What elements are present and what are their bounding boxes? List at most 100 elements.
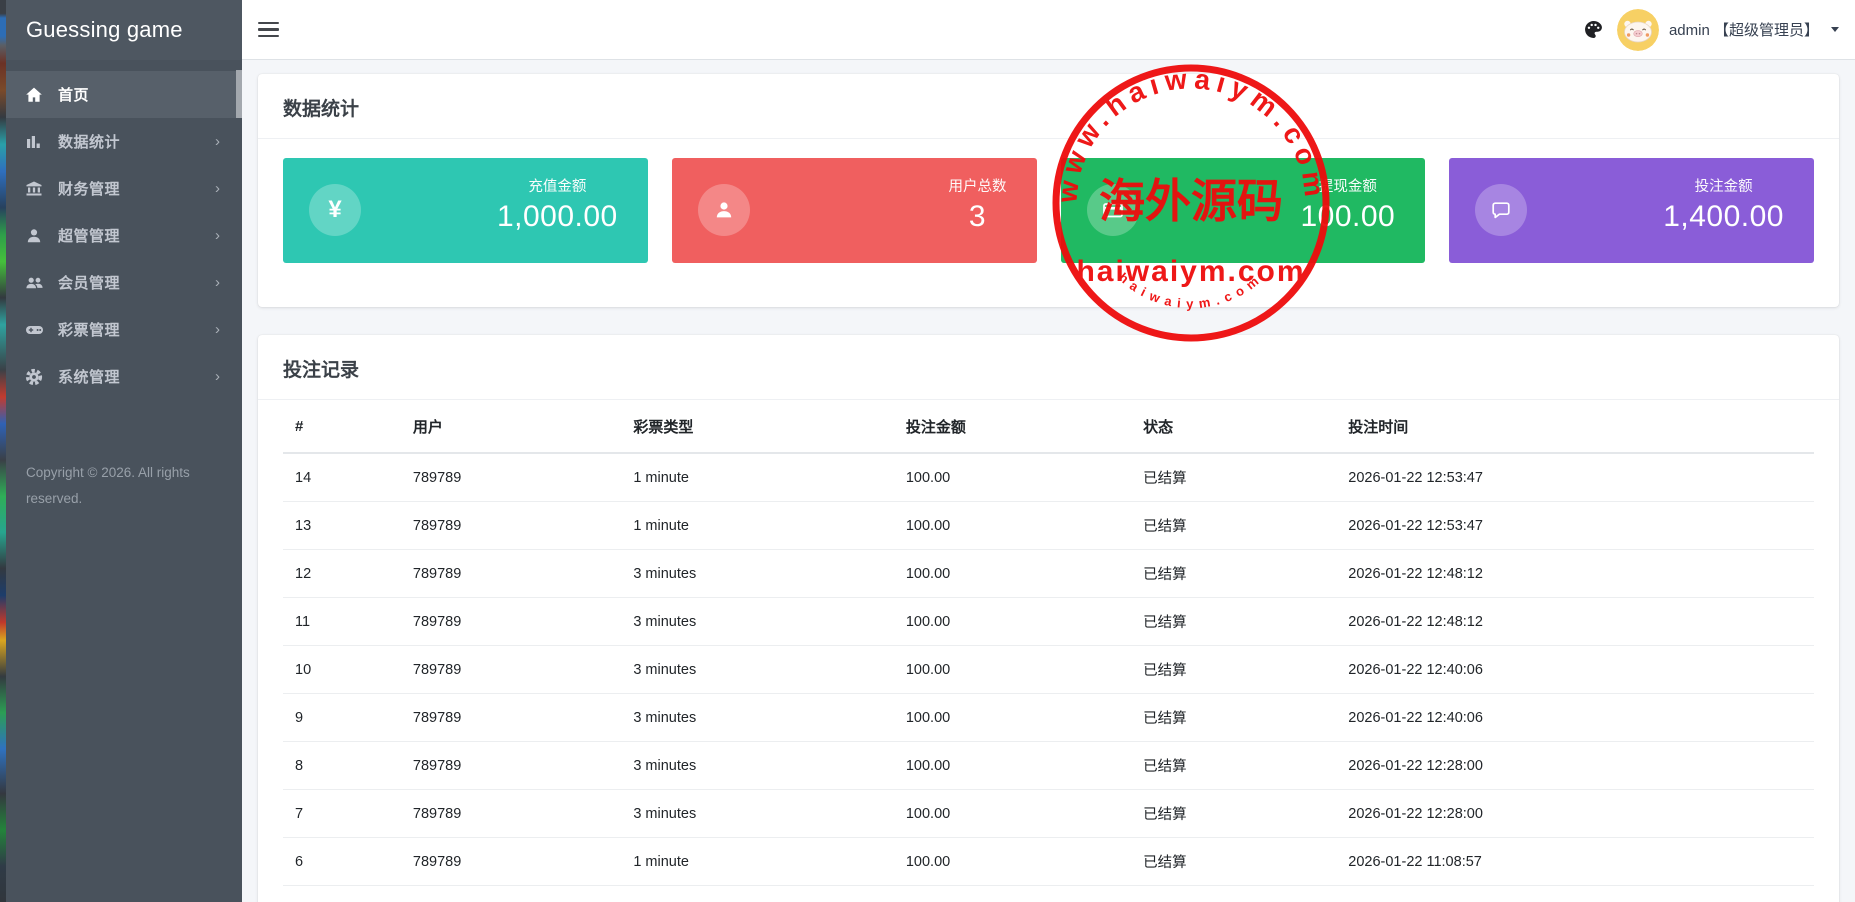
table-row: 7 789789 3 minutes 100.00 已结算 2026-01-22 12:2… (283, 789, 1814, 838)
caret-down-icon (1831, 27, 1839, 32)
table-header: 投注时间 (1336, 400, 1814, 454)
sidebar-item-label: 会员管理 (58, 275, 121, 292)
table-cell: 已结算 (1131, 693, 1337, 742)
table-cell: 3 minutes (621, 741, 894, 790)
table-row: 12 789789 3 minutes 100.00 已结算 2026-01-22 12:… (283, 549, 1814, 598)
stat-cards: ¥ 充值金额 1,000.00 用户总数 3 提现金额 100.00 投注金额 … (283, 158, 1814, 263)
table-cell: 100.00 (893, 837, 1132, 886)
table-cell: 3 minutes (621, 597, 894, 646)
stat-card-bets: 投注金额 1,400.00 (1449, 158, 1814, 263)
table-row: 9 789789 3 minutes 100.00 已结算 2026-01-22 12:4… (283, 693, 1814, 742)
table-header: 投注金额 (893, 400, 1132, 454)
sidebar-item-label: 数据统计 (58, 134, 121, 151)
table-cell: 2026-01-22 12:28:00 (1336, 741, 1814, 790)
sidebar: Guessing game 首页 数据统计 › 财务管理 › 超管管理 › 会员… (6, 0, 242, 902)
table-cell: 已结算 (1131, 549, 1337, 598)
sidebar-item-system[interactable]: 系统管理 › (6, 353, 242, 400)
table-cell: 1 minute (621, 501, 894, 550)
table-cell: 3 minutes (621, 549, 894, 598)
hamburger-icon[interactable] (258, 20, 282, 40)
copyright-text: Copyright © 2026. All rights reserved. (26, 465, 190, 506)
table-cell: 2026-01-22 12:40:06 (1336, 693, 1814, 742)
gamepad-icon (23, 321, 45, 339)
table-cell: 已结算 (1131, 501, 1337, 550)
table-row: 6 789789 1 minute 100.00 已结算 2026-01-22 11:08… (283, 837, 1814, 886)
table-cell: 2026-01-22 12:53:47 (1336, 501, 1814, 550)
table-cell: 1 minute (621, 837, 894, 886)
table-cell: 789789 (400, 693, 622, 742)
table-cell: 3 minutes (621, 645, 894, 694)
stat-value: 1,400.00 (1663, 200, 1784, 233)
sidebar-item-label: 财务管理 (58, 181, 121, 198)
table-cell: 2026-01-22 12:48:12 (1336, 597, 1814, 646)
table-cell: 100.00 (893, 501, 1132, 550)
table-row: 13 789789 1 minute 100.00 已结算 2026-01-22 12:5… (283, 501, 1814, 550)
table-cell: 12 (283, 549, 401, 598)
chevron-right-icon: › (215, 321, 220, 338)
table-cell: 789789 (400, 597, 622, 646)
table-cell: 2026-01-22 11:08:57 (1336, 837, 1814, 886)
table-cell: 789789 (400, 741, 622, 790)
table-cell: 已结算 (1131, 453, 1337, 502)
yen-icon: ¥ (309, 184, 361, 236)
user-icon (697, 184, 750, 236)
credit-card-icon (1086, 184, 1139, 236)
sidebar-item-members[interactable]: 会员管理 › (6, 259, 242, 306)
table-row: 14 789789 1 minute 100.00 已结算 2026-01-22 12:5… (283, 453, 1814, 502)
stats-panel-title: 数据统计 (258, 74, 1839, 139)
table-cell: 1 minute (621, 885, 894, 902)
table-cell: 789789 (400, 645, 622, 694)
table-cell: 已结算 (1131, 741, 1337, 790)
table-cell: 2026-01-22 12:40:06 (1336, 645, 1814, 694)
stat-label: 提现金额 (1318, 179, 1377, 195)
chevron-right-icon: › (215, 180, 220, 197)
table-cell: 9 (283, 693, 401, 742)
table-cell: 已结算 (1131, 837, 1337, 886)
table-cell: 已结算 (1131, 789, 1337, 838)
table-cell: 789789 (400, 453, 622, 502)
table-cell: 100.00 (893, 645, 1132, 694)
table-cell: 13 (283, 501, 401, 550)
table-cell: 7 (283, 789, 401, 838)
table-header-row: # 用户 彩票类型 投注金额 状态 投注时间 (283, 400, 1814, 454)
stat-value: 1,000.00 (496, 200, 618, 233)
table-cell: 已结算 (1131, 885, 1337, 902)
sidebar-item-label: 系统管理 (58, 369, 121, 386)
main-content: 数据统计 ¥ 充值金额 1,000.00 用户总数 3 提现金额 100.00 … (242, 60, 1855, 902)
table-row: 10 789789 3 minutes 100.00 已结算 2026-01-22 12:… (283, 645, 1814, 694)
table-cell: 2026-01-22 12:48:12 (1336, 549, 1814, 598)
username-label: admin 【超级管理员】 (1668, 22, 1819, 39)
user-icon (23, 227, 45, 245)
table-cell: 10 (283, 645, 401, 694)
table-cell: 100.00 (893, 597, 1132, 646)
stat-label: 用户总数 (948, 179, 1007, 195)
sidebar-menu: 首页 数据统计 › 财务管理 › 超管管理 › 会员管理 › 彩票管理 › 系统… (6, 60, 242, 400)
sidebar-item-label: 超管管理 (58, 228, 121, 245)
table-cell: 11 (283, 597, 401, 646)
sidebar-item-label: 首页 (58, 87, 90, 104)
table-cell: 100.00 (893, 549, 1132, 598)
sidebar-item-label: 彩票管理 (58, 322, 121, 339)
table-header: # (283, 400, 401, 454)
sidebar-item-lottery[interactable]: 彩票管理 › (6, 306, 242, 353)
table-cell: 789789 (400, 789, 622, 838)
chevron-right-icon: › (215, 274, 220, 291)
table-header: 用户 (400, 400, 622, 454)
sidebar-item-finance[interactable]: 财务管理 › (6, 165, 242, 212)
sidebar-item-home[interactable]: 首页 (6, 71, 242, 118)
sidebar-scrollbar[interactable] (236, 70, 242, 118)
sidebar-item-stats[interactable]: 数据统计 › (6, 118, 242, 165)
palette-icon[interactable] (1584, 20, 1603, 39)
table-row: 57897891 minute100.00已结算2026-01-22 11:08… (283, 885, 1814, 902)
table-cell: 6 (283, 837, 401, 886)
users-icon (23, 274, 45, 292)
pig-avatar (1616, 8, 1659, 51)
chevron-right-icon: › (215, 133, 220, 150)
stat-card-recharge: ¥ 充值金额 1,000.00 (283, 158, 648, 263)
table-cell: 已结算 (1131, 645, 1337, 694)
user-dropdown[interactable]: admin 【超级管理员】 (1616, 8, 1839, 51)
sidebar-item-admins[interactable]: 超管管理 › (6, 212, 242, 259)
table-cell: 789789 (400, 837, 622, 886)
table-cell: 789789 (400, 549, 622, 598)
table-cell: 789789 (400, 885, 622, 902)
